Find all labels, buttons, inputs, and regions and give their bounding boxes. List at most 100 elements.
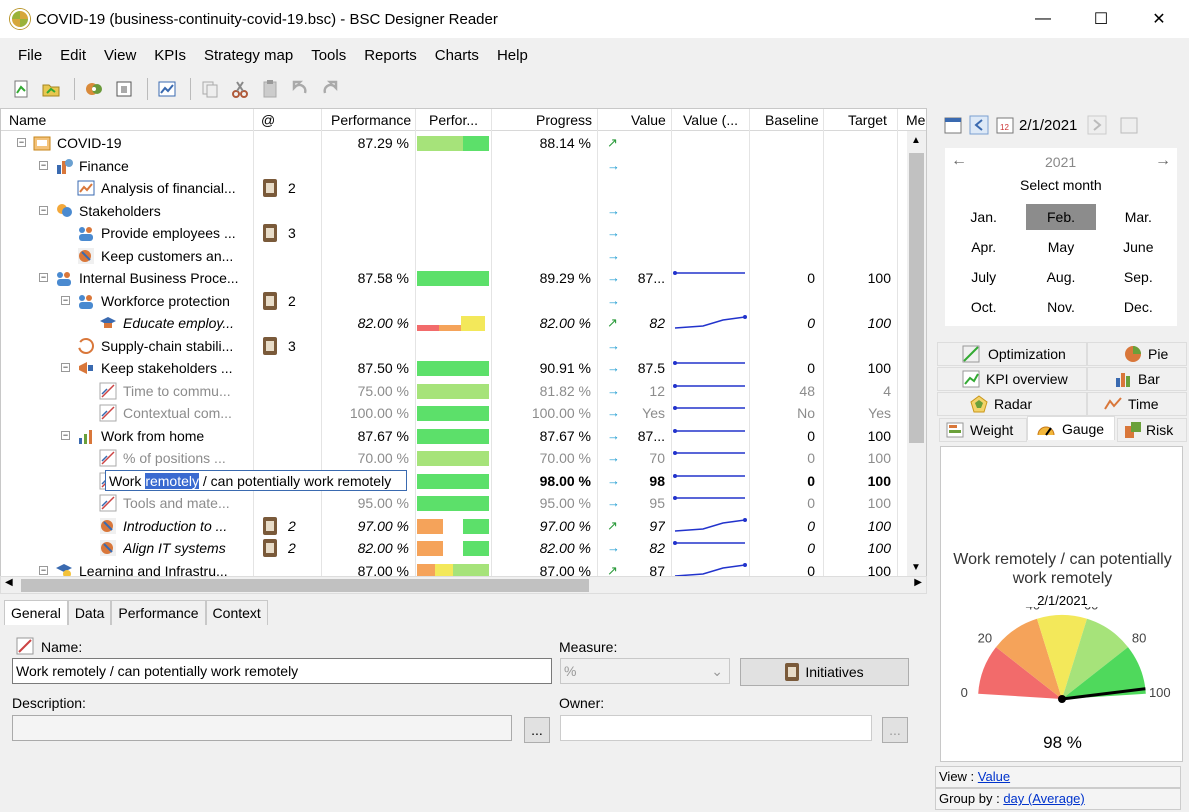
row-name-editor[interactable]: Work remotely / can potentially work rem…	[105, 469, 407, 491]
copy-icon[interactable]	[197, 76, 223, 102]
cut-icon[interactable]	[227, 76, 253, 102]
table-row[interactable]: Align IT systems 2 82.00 % 82.00 % 82 0 100 →	[1, 537, 906, 560]
group-by-link[interactable]: day (Average)	[1003, 791, 1084, 806]
name-field[interactable]: Work remotely / can potentially work rem…	[12, 658, 552, 684]
redo-icon[interactable]	[317, 76, 343, 102]
initiatives-clipboard-icon[interactable]	[263, 516, 277, 535]
month-7[interactable]: Aug.	[1022, 262, 1099, 292]
table-row[interactable]: − COVID-19 87.29 % 88.14 % ↗	[1, 132, 906, 155]
month-6[interactable]: July	[945, 262, 1022, 292]
month-2[interactable]: Mar.	[1100, 202, 1177, 232]
table-row[interactable]: Educate employ... 82.00 % 82.00 % 82 0 100 ↗	[1, 312, 906, 335]
menu-kpis[interactable]: KPIs	[154, 47, 186, 64]
owner-browse-button[interactable]: ...	[882, 717, 908, 743]
horizontal-scrollbar[interactable]: ◀ ▶	[0, 576, 927, 594]
month-10[interactable]: Nov.	[1022, 292, 1099, 322]
next-year-button[interactable]: →	[1155, 152, 1171, 170]
menu-reports[interactable]: Reports	[364, 47, 417, 64]
menu-strategy-map[interactable]: Strategy map	[204, 47, 293, 64]
collapse-toggle-icon[interactable]: −	[61, 363, 70, 372]
month-1[interactable]: Feb.	[1026, 204, 1096, 230]
description-browse-button[interactable]: ...	[524, 717, 550, 743]
tab-radar[interactable]: Radar	[937, 392, 1087, 416]
initiatives-clipboard-icon[interactable]	[263, 291, 277, 310]
tab-performance[interactable]: Performance	[111, 600, 206, 626]
initiatives-clipboard-icon[interactable]	[263, 179, 277, 197]
table-row[interactable]: Time to commu... 75.00 % 81.82 % 12 48 4 →	[1, 380, 906, 403]
month-5[interactable]: June	[1100, 232, 1177, 262]
collapse-toggle-icon[interactable]: −	[39, 205, 48, 215]
initiatives-clipboard-icon[interactable]	[263, 224, 277, 242]
tab-kpi-overview[interactable]: KPI overview	[937, 367, 1087, 391]
table-row[interactable]: − Internal Business Proce... 87.58 % 89.29 …	[1, 267, 906, 290]
table-row[interactable]: − Finance →	[1, 155, 906, 178]
vertical-scrollbar[interactable]: ▲ ▼	[907, 131, 926, 577]
col-progress[interactable]: Progress	[536, 112, 592, 128]
col-target[interactable]: Target	[848, 112, 887, 128]
open-folder-icon[interactable]	[38, 76, 64, 102]
view-link[interactable]: Value	[978, 769, 1010, 784]
properties-icon[interactable]	[111, 76, 137, 102]
tab-weight[interactable]: Weight	[939, 418, 1027, 442]
current-date[interactable]: 2/1/2021	[1019, 117, 1077, 134]
col-measure[interactable]: Mea	[906, 112, 926, 128]
paste-icon[interactable]	[257, 76, 283, 102]
tab-pie[interactable]: Pie	[1087, 342, 1187, 366]
table-row[interactable]: % of positions ... 70.00 % 70.00 % 70 0 100 →	[1, 447, 906, 470]
table-row[interactable]: − Workforce protection 2 →	[1, 290, 906, 313]
tab-optimization[interactable]: Optimization	[937, 342, 1087, 366]
scroll-down-icon[interactable]: ▼	[911, 562, 921, 573]
table-row[interactable]: Supply-chain stabili... 3 →	[1, 335, 906, 358]
undo-icon[interactable]	[287, 76, 313, 102]
measure-select[interactable]: % ⌄	[560, 658, 730, 684]
col-baseline[interactable]: Baseline	[765, 112, 819, 128]
tab-gauge[interactable]: Gauge	[1027, 416, 1115, 440]
menu-help[interactable]: Help	[497, 47, 528, 64]
table-row[interactable]: Keep customers an... →	[1, 245, 906, 268]
calendar-settings-icon[interactable]	[943, 115, 963, 135]
month-11[interactable]: Dec.	[1100, 292, 1177, 322]
col-value-chart[interactable]: Value (...	[683, 112, 738, 128]
collapse-toggle-icon[interactable]: −	[39, 565, 48, 575]
col-name[interactable]: Name	[9, 112, 46, 128]
col-value[interactable]: Value	[631, 112, 666, 128]
back-arrow-icon[interactable]	[969, 115, 989, 135]
menu-tools[interactable]: Tools	[311, 47, 346, 64]
new-file-icon[interactable]	[8, 76, 34, 102]
collapse-toggle-icon[interactable]: −	[61, 430, 70, 440]
tab-context[interactable]: Context	[205, 600, 268, 626]
initiatives-button[interactable]: Initiatives	[740, 658, 909, 686]
menu-charts[interactable]: Charts	[435, 47, 479, 64]
table-row[interactable]: − Work from home 87.67 % 87.67 % 87... 0 100 →	[1, 425, 906, 448]
initiatives-clipboard-icon[interactable]	[263, 539, 277, 557]
table-row[interactable]: Introduction to ... 2 97.00 % 97.00 % 97 0 100…	[1, 515, 906, 538]
scroll-up-icon[interactable]: ▲	[911, 135, 921, 146]
month-3[interactable]: Apr.	[945, 232, 1022, 262]
collapse-toggle-icon[interactable]: −	[39, 160, 48, 170]
table-row[interactable]: Work remotely / can potentially work rem…	[1, 469, 906, 493]
month-8[interactable]: Sep.	[1100, 262, 1177, 292]
month-0[interactable]: Jan.	[945, 202, 1022, 232]
month-4[interactable]: May	[1022, 232, 1099, 262]
initiatives-clipboard-icon[interactable]	[263, 336, 277, 355]
tab-data[interactable]: Data	[67, 600, 112, 626]
calendar-icon[interactable]: 12	[995, 115, 1015, 135]
close-button[interactable]: ✕	[1136, 0, 1182, 38]
prev-year-button[interactable]: ←	[951, 152, 967, 170]
tab-general[interactable]: General	[4, 600, 68, 626]
scroll-left-icon[interactable]: ◀	[5, 577, 13, 588]
chart-icon[interactable]	[154, 76, 180, 102]
table-row[interactable]: Provide employees ... 3 →	[1, 222, 906, 245]
description-field[interactable]	[12, 715, 512, 741]
table-row[interactable]: Contextual com... 100.00 % 100.00 % Yes No Ye…	[1, 402, 906, 425]
collapse-toggle-icon[interactable]: −	[61, 295, 70, 305]
table-row[interactable]: − Keep stakeholders ... 87.50 % 90.91 % 87.5…	[1, 357, 906, 380]
tab-risk[interactable]: Risk	[1117, 418, 1187, 442]
forward-arrow-icon[interactable]	[1087, 115, 1107, 135]
menu-edit[interactable]: Edit	[60, 47, 86, 64]
minimize-button[interactable]: —	[1020, 0, 1066, 38]
menu-view[interactable]: View	[104, 47, 136, 64]
collapse-toggle-icon[interactable]: −	[39, 273, 48, 282]
menu-file[interactable]: File	[18, 47, 42, 64]
col-performance[interactable]: Performance	[331, 112, 411, 128]
